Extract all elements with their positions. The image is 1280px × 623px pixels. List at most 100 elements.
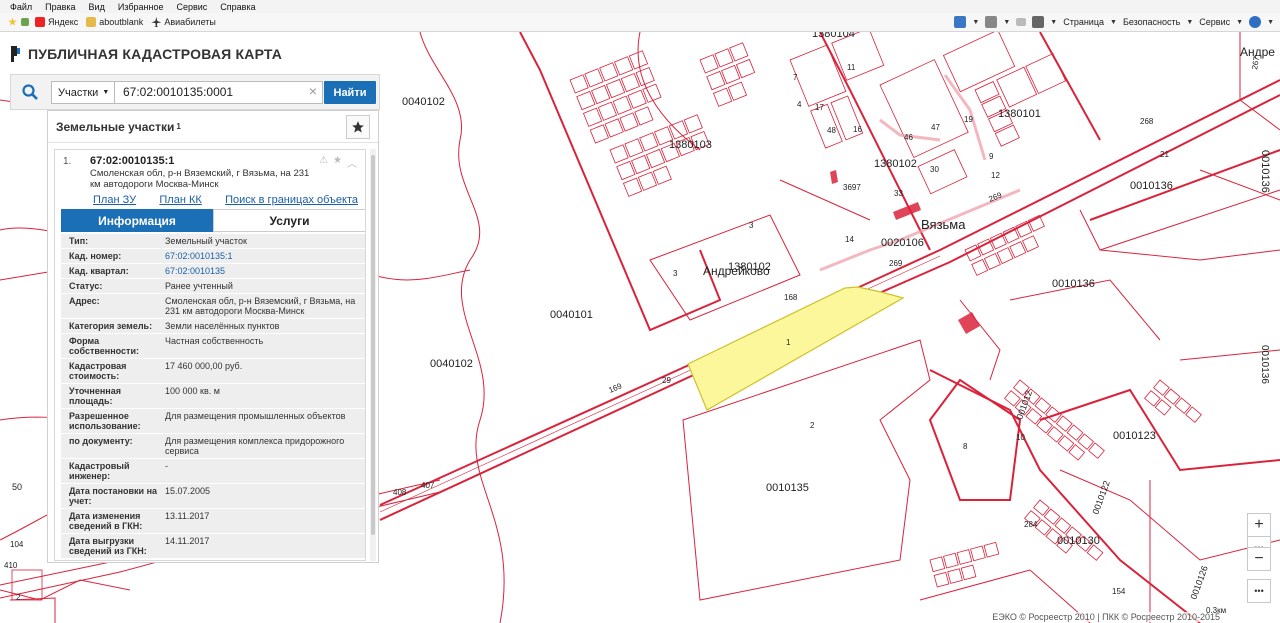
find-button[interactable]: Найти xyxy=(324,81,376,104)
search-type-select[interactable]: Участки ▼ xyxy=(51,81,115,104)
parcel-2-left: 2 xyxy=(16,593,21,602)
parcel-3697: 3697 xyxy=(843,183,861,192)
prop-row-cost: Кадастровая стоимость: 17 460 000,00 руб. xyxy=(61,359,365,384)
panel-title-count: 1 xyxy=(176,122,181,131)
label-0010136-d: 0010136 xyxy=(1259,345,1270,384)
parcel-407: 407 xyxy=(421,481,435,490)
label-0010136-b: 0010136 xyxy=(1130,180,1173,192)
label-0040101: 0040101 xyxy=(550,309,593,321)
clear-icon[interactable]: × xyxy=(305,81,321,104)
prop-key: Кад. номер: xyxy=(69,251,122,261)
panel-title: Земельные участки xyxy=(56,119,175,134)
prop-value: Земельный участок xyxy=(165,236,247,246)
menu-tools[interactable]: Сервис xyxy=(176,2,207,12)
pkk-logo-icon xyxy=(11,46,20,62)
prop-value: Для размещения промышленных объектов xyxy=(165,411,346,421)
mail-icon[interactable] xyxy=(1016,18,1027,26)
prop-row-changed: Дата изменения сведений в ГКН: 13.11.2017 xyxy=(61,509,365,534)
scale-label: 0.3км xyxy=(1206,606,1227,615)
results-panel: Земельные участки 1 1. 67:02:0010135:1 См… xyxy=(47,110,379,563)
warning-icon[interactable]: ⚠ xyxy=(319,155,328,170)
scrollbar-thumb[interactable] xyxy=(371,155,375,535)
parcel-269: 269 xyxy=(987,190,1003,204)
more-tools-button[interactable]: ••• xyxy=(1247,579,1271,603)
home-icon[interactable] xyxy=(954,16,967,28)
zoom-in-button[interactable]: + xyxy=(1247,513,1271,537)
parcel-8: 8 xyxy=(963,442,968,451)
prop-value: Для размещения комплекса придорожного се… xyxy=(165,436,345,456)
parcel-12: 12 xyxy=(991,171,1000,180)
parcel-408: 408 xyxy=(393,488,407,497)
parcel-104: 104 xyxy=(10,540,24,549)
search-input[interactable]: 67:02:0010135:0001 xyxy=(115,81,323,104)
prop-key: Дата постановки на учет: xyxy=(69,486,158,506)
prop-key: Кад. квартал: xyxy=(69,266,129,276)
tab-services[interactable]: Услуги xyxy=(213,209,365,232)
menu-edit[interactable]: Правка xyxy=(45,2,75,12)
parcel-10: 10 xyxy=(1016,433,1025,442)
label-0020106: 0020106 xyxy=(881,237,924,249)
menu-help[interactable]: Справка xyxy=(220,2,255,12)
star-favorites-icon[interactable] xyxy=(8,17,17,26)
chevron-up-icon[interactable]: ︿ xyxy=(347,155,357,170)
more-icon: ••• xyxy=(1254,586,1264,596)
tools-menu[interactable]: Сервис xyxy=(1199,17,1230,27)
prop-row-category: Категория земель: Земли населённых пункто… xyxy=(61,319,365,334)
label-0010130: 0010130 xyxy=(1057,535,1100,547)
prop-key: Адрес: xyxy=(69,296,100,306)
parcel-269b: 269 xyxy=(889,259,903,268)
favorites-button[interactable] xyxy=(346,115,370,139)
page-menu[interactable]: Страница xyxy=(1063,17,1104,27)
parcel-2: 2 xyxy=(810,421,815,430)
zoom-out-button[interactable]: − xyxy=(1247,547,1271,571)
menu-file[interactable]: Файл xyxy=(10,2,32,12)
page-icon xyxy=(86,17,97,27)
command-bar: ▼ ▼ ▼ Страница ▼ Безопасность ▼ Сервис ▼ ▼ xyxy=(954,16,1274,28)
menu-view[interactable]: Вид xyxy=(89,2,105,12)
menu-favorites[interactable]: Избранное xyxy=(118,2,164,12)
label-0010123: 0010123 xyxy=(1113,430,1156,442)
parcel-17: 17 xyxy=(815,103,824,112)
prop-value-link[interactable]: 67:02:0010135:1 xyxy=(161,249,365,263)
prop-row-area: Уточненная площадь: 100 000 кв. м xyxy=(61,384,365,409)
prop-value-link[interactable]: 67:02:0010135 xyxy=(161,264,365,278)
prop-row-cad-number: Кад. номер: 67:02:0010135:1 xyxy=(61,249,365,264)
prop-value: 13.11.2017 xyxy=(165,511,210,521)
prop-value: 14.11.2017 xyxy=(165,536,210,546)
parcel-7: 7 xyxy=(793,73,798,82)
parcel-9: 9 xyxy=(989,152,994,161)
result-address: Смоленская обл, р-н Вяземский, г Вязьма,… xyxy=(90,168,310,190)
search-bar: Участки ▼ 67:02:0010135:0001 × Найти xyxy=(10,74,380,110)
fav-aviabilety[interactable]: Авиабилеты xyxy=(151,17,216,27)
feeds-icon[interactable] xyxy=(985,16,998,28)
star-icon[interactable]: ★ xyxy=(333,155,342,170)
security-menu[interactable]: Безопасность xyxy=(1123,17,1180,27)
fav-yandex[interactable]: Яндекс xyxy=(35,17,78,27)
chevron-down-icon: ▼ xyxy=(102,89,110,96)
result-cadastral-id[interactable]: 67:02:0010135:1 xyxy=(90,155,174,167)
plus-icon: + xyxy=(1254,516,1264,533)
prop-value: 17 460 000,00 руб. xyxy=(165,361,243,371)
prop-row-address: Адрес: Смоленская обл, р-н Вяземский, г В… xyxy=(61,294,365,319)
parcel-21: 21 xyxy=(1160,150,1169,159)
prop-value: - xyxy=(165,461,168,471)
tab-info[interactable]: Информация xyxy=(61,209,213,232)
parcel-16: 16 xyxy=(853,125,862,134)
search-type-value: Участки xyxy=(58,86,99,99)
parcel-410: 410 xyxy=(4,561,18,570)
prop-value: Земли населённых пунктов xyxy=(165,321,280,331)
add-favorite-icon[interactable] xyxy=(21,18,29,26)
panel-scrollbar[interactable] xyxy=(370,149,376,561)
prop-key: Разрешенное использование: xyxy=(69,411,141,431)
app-title: ПУБЛИЧНАЯ КАДАСТРОВАЯ КАРТА xyxy=(28,46,283,62)
prop-row-registered: Дата постановки на учет: 15.07.2005 xyxy=(61,484,365,509)
prop-value: 100 000 кв. м xyxy=(165,386,220,396)
parcel-3: 3 xyxy=(673,269,678,278)
fav-aboutblank[interactable]: aboutblank xyxy=(86,17,143,27)
app-brand[interactable]: ПУБЛИЧНАЯ КАДАСТРОВАЯ КАРТА xyxy=(10,46,282,62)
prop-row-type: Тип: Земельный участок xyxy=(61,234,365,249)
prop-value: Ранее учтенный xyxy=(165,281,233,291)
search-icon-button[interactable] xyxy=(11,75,48,109)
print-icon[interactable] xyxy=(1032,16,1045,28)
help-icon[interactable] xyxy=(1249,16,1262,28)
